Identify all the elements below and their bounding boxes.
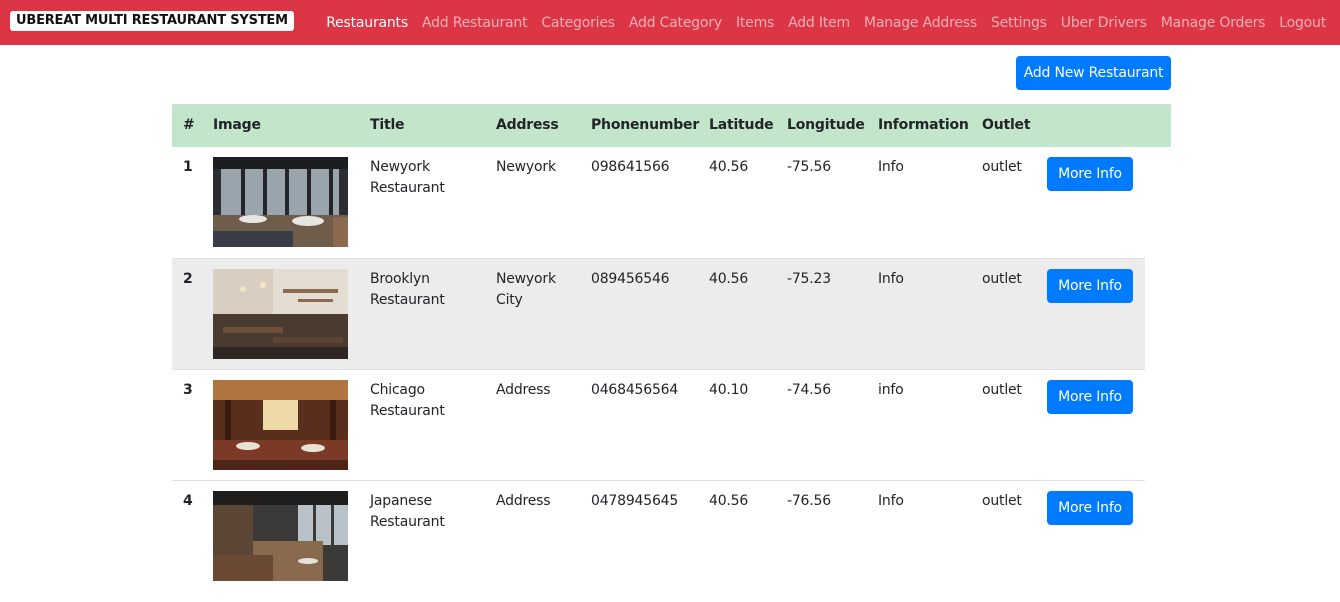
- outlet-cell: outlet: [982, 382, 1022, 398]
- nav-manage-orders[interactable]: Manage Orders: [1161, 15, 1266, 31]
- outlet-cell: outlet: [982, 271, 1022, 287]
- row-number: 1: [183, 159, 193, 175]
- col-number: #: [183, 117, 195, 133]
- restaurant-image: [213, 380, 348, 470]
- col-outlet: Outlet: [982, 117, 1031, 133]
- information-cell: Info: [878, 493, 904, 509]
- latitude-cell: 40.56: [709, 493, 749, 509]
- latitude-cell: 40.56: [709, 271, 749, 287]
- nav-settings[interactable]: Settings: [991, 15, 1047, 31]
- top-navbar: UBEREAT MULTI RESTAURANT SYSTEM Restaura…: [0, 0, 1340, 45]
- col-address: Address: [496, 117, 559, 133]
- table-header: # Image Title Address Phonenumber Latitu…: [172, 104, 1171, 147]
- col-information: Information: [878, 117, 969, 133]
- col-image: Image: [213, 117, 261, 133]
- table-row: 4 Japanese Restaurant Address 0478945645 …: [172, 480, 1145, 591]
- information-cell: Info: [878, 271, 904, 287]
- more-info-button[interactable]: More Info: [1047, 491, 1133, 525]
- longitude-cell: -75.23: [787, 271, 831, 287]
- longitude-cell: -75.56: [787, 159, 831, 175]
- phone-cell: 098641566: [591, 159, 670, 175]
- nav-categories[interactable]: Categories: [541, 15, 615, 31]
- nav-add-item[interactable]: Add Item: [788, 15, 850, 31]
- more-info-button[interactable]: More Info: [1047, 269, 1133, 303]
- information-cell: Info: [878, 159, 904, 175]
- address-cell: Address: [496, 382, 551, 398]
- outlet-cell: outlet: [982, 493, 1022, 509]
- nav-uber-drivers[interactable]: Uber Drivers: [1061, 15, 1147, 31]
- table-row: 3 Chicago Restaurant Address 0468456564 4…: [172, 369, 1145, 480]
- phone-cell: 0468456564: [591, 382, 679, 398]
- address-cell: Address: [496, 493, 551, 509]
- brand-logo[interactable]: UBEREAT MULTI RESTAURANT SYSTEM: [10, 11, 294, 31]
- nav-items[interactable]: Items: [736, 15, 774, 31]
- col-phonenumber: Phonenumber: [591, 117, 700, 133]
- table-row: 1 Newyork Restaurant Newyork 098641566 40…: [172, 147, 1145, 258]
- row-number: 4: [183, 493, 193, 509]
- address-cell: Newyork City: [496, 271, 556, 308]
- col-longitude: Longitude: [787, 117, 865, 133]
- table-row: 2 Brooklyn Restaurant Newyork City 0894565…: [172, 258, 1145, 369]
- add-new-restaurant-button[interactable]: Add New Restaurant: [1016, 56, 1171, 90]
- longitude-cell: -74.56: [787, 382, 831, 398]
- nav-logout[interactable]: Logout: [1279, 15, 1326, 31]
- longitude-cell: -76.56: [787, 493, 831, 509]
- col-latitude: Latitude: [709, 117, 774, 133]
- restaurant-image: [213, 157, 348, 247]
- title-cell: Japanese Restaurant: [370, 493, 445, 530]
- latitude-cell: 40.56: [709, 159, 749, 175]
- nav-add-category[interactable]: Add Category: [629, 15, 722, 31]
- nav-add-restaurant[interactable]: Add Restaurant: [422, 15, 528, 31]
- address-cell: Newyork: [496, 159, 556, 175]
- outlet-cell: outlet: [982, 159, 1022, 175]
- information-cell: info: [878, 382, 904, 398]
- nav-manage-address[interactable]: Manage Address: [864, 15, 977, 31]
- restaurant-image: [213, 269, 348, 359]
- title-cell: Chicago Restaurant: [370, 382, 445, 419]
- phone-cell: 0478945645: [591, 493, 679, 509]
- restaurant-image: [213, 491, 348, 581]
- row-number: 2: [183, 271, 193, 287]
- nav-restaurants[interactable]: Restaurants: [326, 15, 408, 31]
- more-info-button[interactable]: More Info: [1047, 380, 1133, 414]
- more-info-button[interactable]: More Info: [1047, 157, 1133, 191]
- nav-links: Restaurants Add Restaurant Categories Ad…: [326, 0, 1326, 45]
- latitude-cell: 40.10: [709, 382, 749, 398]
- phone-cell: 089456546: [591, 271, 670, 287]
- title-cell: Newyork Restaurant: [370, 159, 445, 196]
- row-number: 3: [183, 382, 193, 398]
- col-title: Title: [370, 117, 405, 133]
- title-cell: Brooklyn Restaurant: [370, 271, 445, 308]
